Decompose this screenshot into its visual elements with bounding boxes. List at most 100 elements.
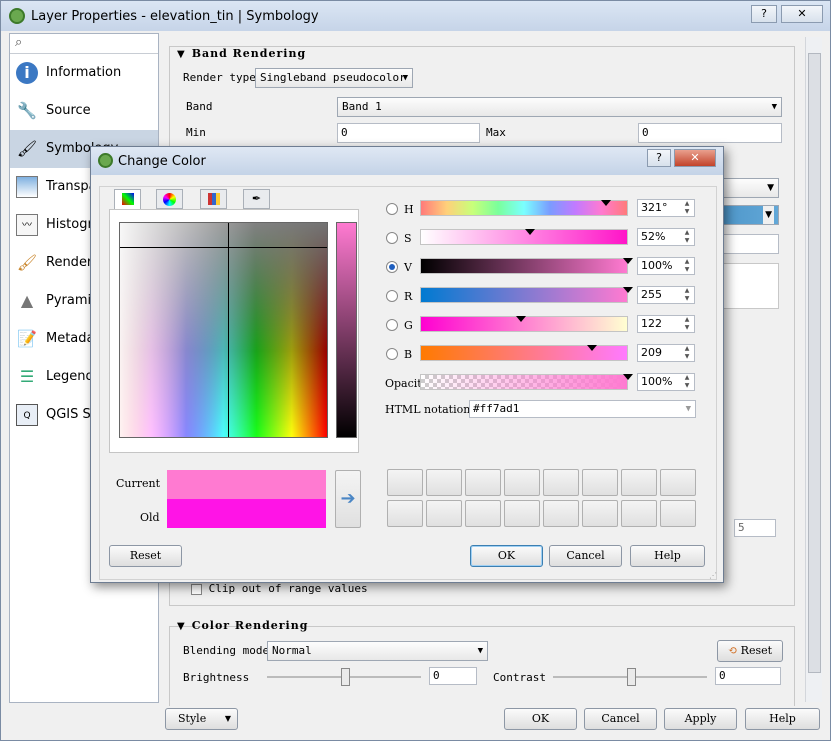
- radio-g[interactable]: [386, 319, 398, 331]
- sidebar-item-information[interactable]: i Information: [10, 54, 158, 92]
- color-rendering-header[interactable]: ▼ Color Rendering: [177, 619, 308, 632]
- radio-s[interactable]: [386, 232, 398, 244]
- radio-h[interactable]: [386, 203, 398, 215]
- pyramid-icon: ▲: [20, 291, 34, 310]
- apply-color-arrow-button[interactable]: ➔: [335, 470, 361, 528]
- swatch-6[interactable]: [582, 469, 618, 496]
- swatch-5[interactable]: [543, 469, 579, 496]
- value-bar[interactable]: [336, 222, 357, 438]
- swatch-12[interactable]: [504, 500, 540, 527]
- render-type-select[interactable]: Singleband pseudocolor ▼: [255, 68, 413, 88]
- opacity-slider[interactable]: [420, 374, 633, 390]
- dialog-close-button[interactable]: ✕: [674, 149, 716, 167]
- swatch-15[interactable]: [621, 500, 657, 527]
- chevron-down-icon: ▼: [224, 714, 231, 723]
- g-slider[interactable]: [420, 316, 628, 332]
- b-spinbox[interactable]: 209 ▲ ▼: [637, 344, 695, 362]
- h-slider[interactable]: [420, 200, 628, 216]
- old-color-swatch[interactable]: [167, 499, 326, 528]
- chevron-down-icon: ▼: [767, 183, 774, 193]
- clip-checkbox[interactable]: Clip out of range values: [191, 582, 368, 595]
- spin-arrows-icon: ▲ ▼: [684, 229, 690, 244]
- help-footer-button[interactable]: Help: [745, 708, 820, 730]
- blending-mode-select[interactable]: Normal ▼: [267, 641, 488, 661]
- contrast-slider[interactable]: [553, 668, 707, 686]
- sidebar-item-source[interactable]: 🔧 Source: [10, 92, 158, 130]
- swatch-14[interactable]: [582, 500, 618, 527]
- r-slider[interactable]: [420, 287, 633, 303]
- swatch-10[interactable]: [426, 500, 462, 527]
- radio-v[interactable]: [386, 261, 398, 273]
- contrast-spinbox[interactable]: 0: [715, 667, 781, 685]
- tab-color-picker[interactable]: ✒: [243, 189, 270, 209]
- h-spinbox[interactable]: 321° ▲ ▼: [637, 199, 695, 217]
- s-slider[interactable]: [420, 229, 628, 245]
- style-button[interactable]: Style ▼: [165, 708, 238, 730]
- saturation-hue-area[interactable]: [119, 222, 328, 438]
- sq-overlay2: [120, 223, 327, 437]
- sidebar-search-input[interactable]: ⌕: [10, 34, 158, 54]
- dialog-title-bar: Change Color ? ✕: [91, 147, 723, 175]
- radio-r[interactable]: [386, 290, 398, 302]
- tab-color-square[interactable]: [114, 189, 141, 210]
- html-notation-input[interactable]: #ff7ad1 ▼: [469, 400, 696, 418]
- swatch-9[interactable]: [387, 500, 423, 527]
- brightness-spinbox[interactable]: 0: [429, 667, 477, 685]
- dialog-reset-button[interactable]: Reset: [109, 545, 182, 567]
- color-reset-button[interactable]: ⟲ Reset: [717, 640, 783, 662]
- opacity-spinbox[interactable]: 100% ▲ ▼: [637, 373, 695, 391]
- tab-color-wheel[interactable]: [156, 189, 183, 209]
- r-spinbox[interactable]: 255 ▲ ▼: [637, 286, 695, 304]
- hidden-combo[interactable]: ▼: [719, 178, 779, 198]
- tab-swatches[interactable]: [200, 189, 227, 209]
- help-button[interactable]: ?: [751, 5, 777, 23]
- ok-button[interactable]: OK: [504, 708, 577, 730]
- min-input[interactable]: 0: [337, 123, 480, 143]
- scrollbar[interactable]: [805, 37, 822, 702]
- g-spinbox[interactable]: 122 ▲ ▼: [637, 315, 695, 333]
- contrast-slider-handle[interactable]: [627, 668, 636, 686]
- classes-spinbox[interactable]: 5: [734, 519, 776, 537]
- brightness-slider-handle[interactable]: [341, 668, 350, 686]
- dialog-ok-button[interactable]: OK: [470, 545, 543, 567]
- swatch-11[interactable]: [465, 500, 501, 527]
- band-rendering-header[interactable]: ▼ Band Rendering: [177, 47, 306, 60]
- brightness-slider[interactable]: [267, 668, 421, 686]
- cancel-button[interactable]: Cancel: [584, 708, 657, 730]
- radio-b[interactable]: [386, 348, 398, 360]
- close-button[interactable]: ✕: [781, 5, 823, 23]
- color-rendering-group: [169, 626, 795, 706]
- swatch-16[interactable]: [660, 500, 696, 527]
- dialog-help-button[interactable]: ?: [647, 149, 671, 167]
- hidden-field[interactable]: [719, 234, 779, 254]
- v-slider[interactable]: [420, 258, 633, 274]
- current-color-swatch: [167, 470, 326, 499]
- b-slider[interactable]: [420, 345, 628, 361]
- swatch-8[interactable]: [660, 469, 696, 496]
- color-ramp-select[interactable]: ▼: [719, 205, 779, 225]
- wrench-icon: 🔧: [17, 101, 37, 120]
- classes-table: [719, 263, 779, 309]
- spin-arrows-icon: ▲ ▼: [684, 258, 690, 273]
- band-select[interactable]: Band 1 ▼: [337, 97, 782, 117]
- swatch-1[interactable]: [387, 469, 423, 496]
- window-title: Layer Properties - elevation_tin | Symbo…: [31, 9, 319, 24]
- apply-button[interactable]: Apply: [664, 708, 737, 730]
- crosshair-horizontal: [120, 247, 327, 248]
- v-spinbox[interactable]: 100% ▲ ▼: [637, 257, 695, 275]
- server-icon: Q: [16, 404, 38, 426]
- s-spinbox[interactable]: 52% ▲ ▼: [637, 228, 695, 246]
- dialog-help-footer-button[interactable]: Help: [630, 545, 705, 567]
- resize-grip-icon[interactable]: ⋰: [709, 571, 717, 580]
- change-color-dialog: Change Color ? ✕ ✒ H 321° ▲ ▼ S 52% ▲ ▼ V 10…: [90, 146, 724, 583]
- swatch-3[interactable]: [465, 469, 501, 496]
- dialog-title: Change Color: [118, 154, 206, 169]
- spin-arrows-icon: ▲ ▼: [684, 374, 690, 389]
- swatch-4[interactable]: [504, 469, 540, 496]
- swatch-2[interactable]: [426, 469, 462, 496]
- dialog-cancel-button[interactable]: Cancel: [549, 545, 622, 567]
- max-input[interactable]: 0: [638, 123, 782, 143]
- swatch-13[interactable]: [543, 500, 579, 527]
- swatch-7[interactable]: [621, 469, 657, 496]
- scrollbar-thumb[interactable]: [808, 53, 821, 673]
